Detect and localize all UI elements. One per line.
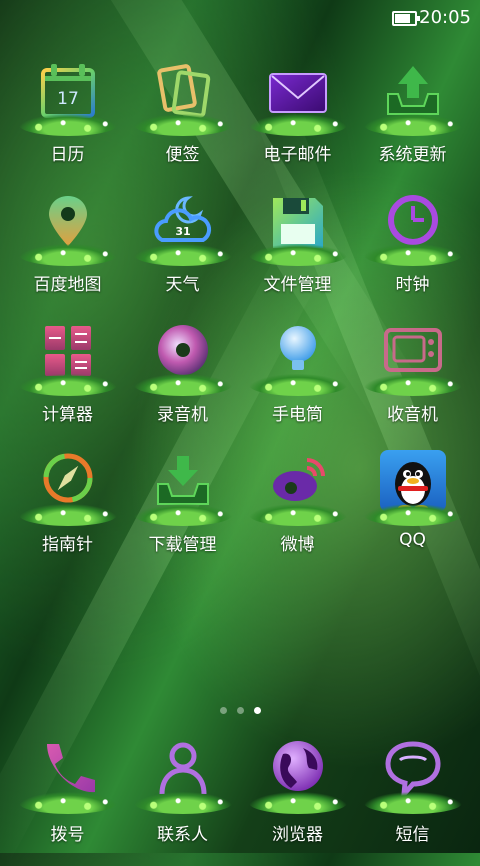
app-label: 微博 [280, 535, 315, 555]
compass-icon [18, 450, 117, 526]
floppy-disk-icon [248, 190, 347, 266]
grass-decoration [363, 374, 462, 396]
grass-decoration [363, 114, 462, 136]
dock: 拨号 联系人 浏览器 短信 [10, 738, 470, 845]
calculator-icon [18, 320, 117, 396]
clock-icon [363, 190, 462, 266]
dock-dialer[interactable]: 拨号 [10, 738, 125, 845]
app-label: 下载管理 [148, 535, 217, 555]
grass-decoration [18, 792, 117, 814]
dock-messages[interactable]: 短信 [355, 738, 470, 845]
phone-icon [18, 738, 117, 814]
page-indicator [0, 699, 480, 718]
dock-browser[interactable]: 浏览器 [240, 738, 355, 845]
grass-decoration [363, 244, 462, 266]
app-label: 手电筒 [272, 405, 323, 425]
app-label: 文件管理 [263, 275, 332, 295]
svg-text:17: 17 [57, 89, 79, 109]
disc-icon [133, 320, 232, 396]
weibo-icon [248, 450, 347, 526]
app-label: 电子邮件 [263, 145, 332, 165]
app-weibo[interactable]: 微博 [240, 450, 355, 580]
speech-bubble-icon [363, 738, 462, 814]
app-qq[interactable]: QQ [355, 450, 470, 580]
app-radio[interactable]: 收音机 [355, 320, 470, 450]
grass-decoration [133, 792, 232, 814]
app-file-manager[interactable]: 文件管理 [240, 190, 355, 320]
dock-contacts[interactable]: 联系人 [125, 738, 240, 845]
app-notes[interactable]: 便签 [125, 60, 240, 190]
notes-icon [133, 60, 232, 136]
app-label: 短信 [395, 825, 430, 845]
app-label: 收音机 [387, 405, 438, 425]
status-time: 20:05 [419, 7, 471, 28]
app-email[interactable]: 电子邮件 [240, 60, 355, 190]
status-bar: 20:05 [0, 0, 480, 34]
calendar-icon: 17 [18, 60, 117, 136]
app-label: QQ [399, 530, 426, 550]
app-label: 拨号 [50, 825, 85, 845]
app-label: 日历 [50, 145, 85, 165]
app-recorder[interactable]: 录音机 [125, 320, 240, 450]
grass-decoration [363, 504, 462, 526]
app-label: 计算器 [42, 405, 93, 425]
weather-cloud-icon: 31 [133, 190, 232, 266]
app-label: 便签 [165, 145, 200, 165]
page-dot[interactable] [253, 707, 261, 714]
app-weather[interactable]: 31 天气 [125, 190, 240, 320]
app-grid: 17 日历 便签 电子邮件 系统更新 百度地图 31 天气 文件管理 时钟 计算… [10, 60, 470, 580]
app-label: 百度地图 [33, 275, 102, 295]
svg-text:31: 31 [175, 225, 190, 238]
grass-decoration [363, 792, 462, 814]
app-calendar[interactable]: 17 日历 [10, 60, 125, 190]
battery-icon [392, 11, 420, 26]
grass-decoration [133, 504, 232, 526]
app-label: 天气 [165, 275, 200, 295]
app-label: 时钟 [395, 275, 430, 295]
grass-decoration [133, 244, 232, 266]
mail-icon [248, 60, 347, 136]
qq-penguin-icon [363, 450, 462, 526]
app-label: 指南针 [42, 535, 93, 555]
download-icon [133, 450, 232, 526]
app-label: 录音机 [157, 405, 208, 425]
app-calculator[interactable]: 计算器 [10, 320, 125, 450]
radio-tv-icon [363, 320, 462, 396]
contact-person-icon [133, 738, 232, 814]
app-compass[interactable]: 指南针 [10, 450, 125, 580]
update-arrow-icon [363, 60, 462, 136]
grass-decoration [18, 504, 117, 526]
app-baidu-map[interactable]: 百度地图 [10, 190, 125, 320]
app-download-manager[interactable]: 下载管理 [125, 450, 240, 580]
grass-decoration [248, 504, 347, 526]
globe-icon [248, 738, 347, 814]
grass-decoration [248, 114, 347, 136]
grass-decoration [248, 244, 347, 266]
app-clock[interactable]: 时钟 [355, 190, 470, 320]
grass-decoration [248, 374, 347, 396]
grass-decoration [18, 244, 117, 266]
grass-decoration [18, 114, 117, 136]
app-system-update[interactable]: 系统更新 [355, 60, 470, 190]
page-dot[interactable] [236, 707, 244, 714]
grass-decoration [18, 374, 117, 396]
app-label: 系统更新 [378, 145, 447, 165]
grass-decoration [133, 374, 232, 396]
app-flashlight[interactable]: 手电筒 [240, 320, 355, 450]
app-label: 浏览器 [272, 825, 323, 845]
light-bulb-icon [248, 320, 347, 396]
app-label: 联系人 [157, 825, 208, 845]
page-dot[interactable] [219, 707, 227, 714]
map-pin-icon [18, 190, 117, 266]
grass-decoration [248, 792, 347, 814]
grass-decoration [133, 114, 232, 136]
